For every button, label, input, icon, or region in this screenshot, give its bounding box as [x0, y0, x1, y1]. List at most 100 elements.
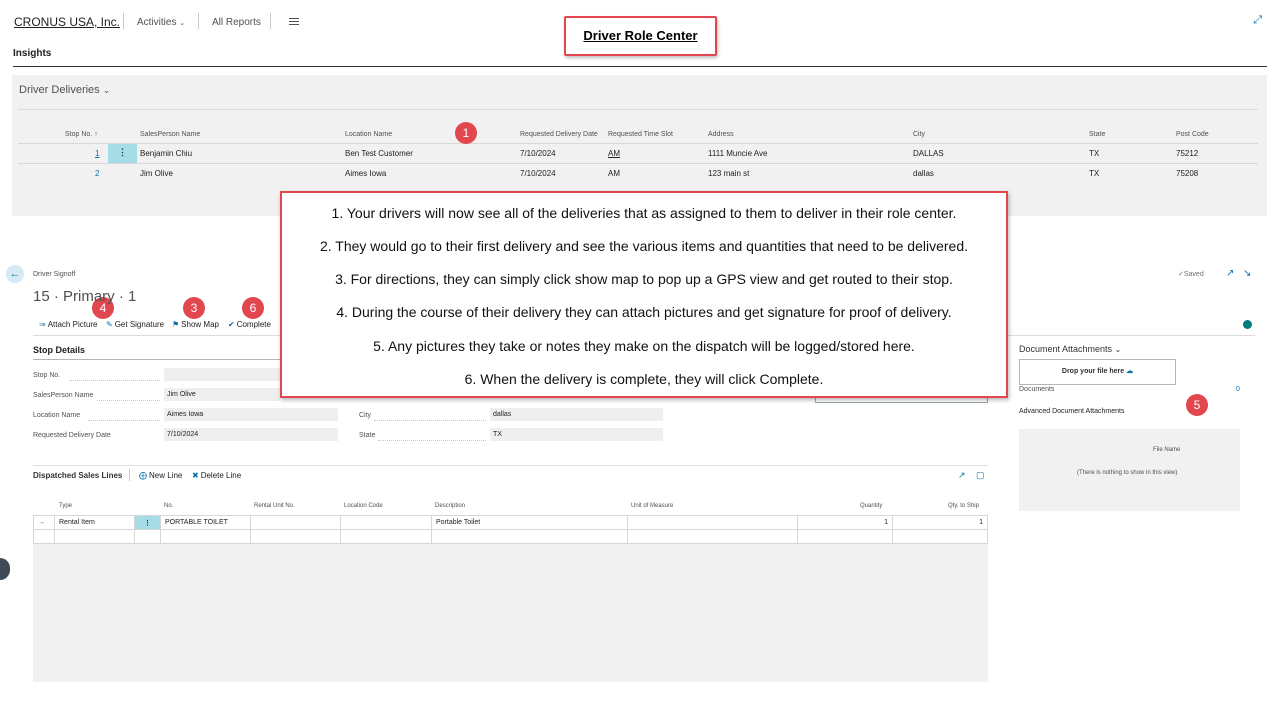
driver-deliveries-title[interactable]: Driver Deliveries ⌄ — [19, 84, 110, 96]
col-post-code[interactable]: Post Code — [1176, 131, 1209, 138]
col-file-name[interactable]: File Name — [1153, 447, 1180, 453]
documents-count[interactable]: 0 — [1236, 386, 1240, 393]
col-rental-unit[interactable]: Rental Unit No. — [254, 503, 295, 509]
row-current-arrow-icon: → — [33, 515, 55, 530]
hamburger-menu-icon[interactable] — [289, 18, 299, 27]
dispatched-lines-heading[interactable]: Dispatched Sales Lines — [33, 471, 122, 480]
no-cell[interactable]: PORTABLE TOILET — [160, 515, 251, 530]
delete-line-button[interactable]: ✖ Delete Line — [192, 471, 241, 480]
state-field[interactable]: TX — [490, 428, 663, 441]
empty-cell[interactable] — [54, 529, 135, 544]
city-field[interactable]: dallas — [490, 408, 663, 421]
empty-cell[interactable] — [160, 529, 251, 544]
rental-unit-cell[interactable] — [250, 515, 341, 530]
col-qty-to-ship[interactable]: Qty. to Ship — [948, 503, 979, 509]
documents-label: Documents — [1019, 386, 1055, 393]
cloud-upload-icon: ☁ — [1126, 368, 1134, 375]
col-location-code[interactable]: Location Code — [344, 503, 383, 509]
empty-cell[interactable] — [797, 529, 893, 544]
table-cell: AM — [608, 169, 620, 178]
stop-no-link[interactable]: 2 — [95, 169, 99, 178]
table-cell: 7/10/2024 — [520, 169, 556, 178]
col-type[interactable]: Type — [59, 503, 72, 509]
new-line-button[interactable]: ⨁ New Line — [139, 471, 182, 480]
table-cell: TX — [1089, 169, 1100, 178]
uom-cell[interactable] — [627, 515, 798, 530]
callout-badge-3: 3 — [183, 297, 205, 319]
instruction-6: 6. When the delivery is complete, they w… — [464, 371, 824, 387]
side-panel-toggle[interactable] — [0, 558, 10, 580]
stop-no-link[interactable]: 1 — [95, 149, 99, 158]
table-cell: dallas — [913, 169, 934, 178]
company-name[interactable]: CRONUS USA, Inc. — [14, 15, 120, 29]
table-cell: 123 main st — [708, 169, 750, 178]
quantity-cell[interactable]: 1 — [797, 515, 893, 530]
type-cell[interactable]: Rental Item — [54, 515, 135, 530]
input-field-edge[interactable] — [815, 398, 988, 403]
share-icon[interactable]: ↗ — [958, 470, 966, 481]
col-city[interactable]: City — [913, 131, 925, 138]
col-location[interactable]: Location Name — [345, 131, 392, 138]
table-cell: 1111 Muncie Ave — [708, 149, 768, 158]
file-drop-zone[interactable]: Drop your file here ☁ — [1019, 359, 1176, 385]
nav-activities[interactable]: Activities ⌄ — [137, 17, 185, 28]
empty-cell[interactable] — [892, 529, 988, 544]
stop-no-field[interactable] — [164, 368, 280, 381]
collapse-icon[interactable]: ↘ — [1243, 268, 1251, 279]
col-uom[interactable]: Unit of Measure — [631, 503, 673, 509]
table-cell: TX — [1089, 149, 1100, 158]
location-field[interactable]: Aimes Iowa — [164, 408, 338, 421]
delivery-date-field[interactable]: 7/10/2024 — [164, 428, 338, 441]
divider — [33, 465, 988, 466]
empty-cell — [134, 529, 161, 544]
col-stop-no[interactable]: Stop No. ↑ — [65, 131, 98, 138]
col-no[interactable]: No. — [164, 503, 173, 509]
salesperson-field[interactable]: Jim Olive — [164, 388, 280, 401]
info-icon[interactable] — [1243, 320, 1252, 329]
col-address[interactable]: Address — [708, 131, 734, 138]
col-time-slot[interactable]: Requested Time Slot — [608, 131, 673, 138]
document-attachments-heading[interactable]: Document Attachments ⌄ — [1019, 344, 1121, 354]
open-new-window-icon[interactable]: ↗ — [1226, 268, 1234, 279]
nav-all-reports[interactable]: All Reports — [212, 17, 261, 28]
empty-cell[interactable] — [250, 529, 341, 544]
table-cell: DALLAS — [913, 149, 944, 158]
col-delivery-date[interactable]: Requested Delivery Date — [520, 131, 598, 138]
table-cell: 75212 — [1176, 149, 1199, 158]
back-arrow-icon[interactable]: ← — [6, 265, 24, 283]
col-description[interactable]: Description — [435, 503, 465, 509]
expand-icon[interactable]: ⤢ — [1253, 14, 1262, 27]
divider — [129, 469, 130, 481]
show-map-button[interactable]: ⚑ Show Map — [172, 320, 219, 329]
col-state[interactable]: State — [1089, 131, 1105, 138]
table-cell: Aimes Iowa — [345, 169, 387, 178]
location-code-cell[interactable] — [340, 515, 432, 530]
field-label: SalesPerson Name — [33, 392, 94, 399]
stop-details-heading[interactable]: Stop Details — [33, 345, 85, 355]
description-cell[interactable]: Portable Toilet — [431, 515, 628, 530]
empty-cell[interactable] — [340, 529, 432, 544]
delete-line-icon: ✖ — [192, 471, 199, 480]
chevron-down-icon: ⌄ — [1114, 345, 1122, 354]
empty-cell[interactable] — [627, 529, 798, 544]
qty-to-ship-cell[interactable]: 1 — [892, 515, 988, 530]
complete-button[interactable]: ✔ Complete — [228, 320, 271, 329]
get-signature-button[interactable]: ✎ Get Signature — [106, 320, 164, 329]
kebab-icon[interactable]: ⋮ — [108, 147, 137, 158]
nav-divider — [123, 13, 124, 29]
col-quantity[interactable]: Quantity — [860, 503, 882, 509]
table-cell: AM — [608, 149, 620, 158]
signature-icon: ✎ — [106, 320, 113, 329]
instruction-1: 1. Your drivers will now see all of the … — [331, 205, 957, 221]
divider — [13, 66, 1267, 67]
expand-icon[interactable]: ▢ — [976, 470, 985, 481]
check-circle-icon: ✔ — [228, 320, 235, 329]
table-cell: Ben Test Customer — [345, 149, 413, 158]
kebab-icon[interactable]: ⋮ — [134, 515, 161, 530]
field-label: City — [359, 412, 372, 419]
empty-cell[interactable] — [431, 529, 628, 544]
attach-picture-button[interactable]: ⇒ Attach Picture — [39, 320, 98, 329]
col-salesperson[interactable]: SalesPerson Name — [140, 131, 200, 138]
field-label: Requested Delivery Date — [33, 432, 111, 439]
field-leader — [88, 420, 160, 421]
